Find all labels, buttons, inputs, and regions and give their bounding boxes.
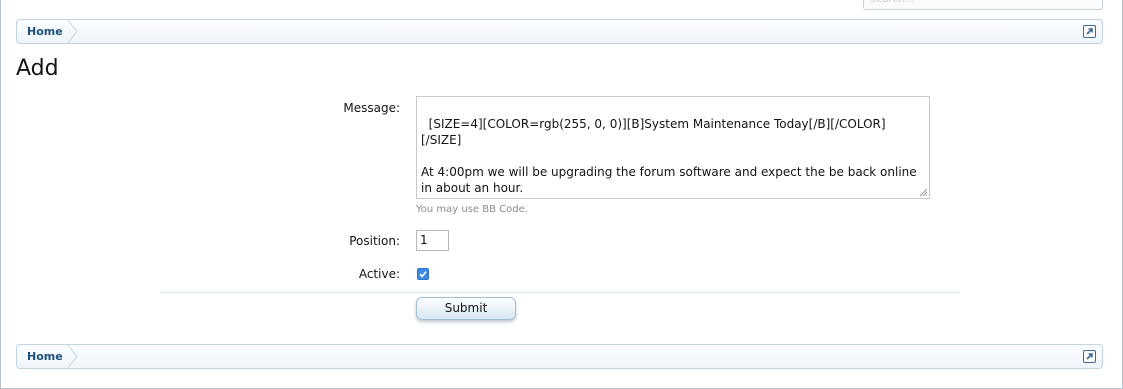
active-checkbox[interactable] [417,268,429,280]
breadcrumb: Home [16,19,1103,44]
position-label: Position: [349,234,400,248]
message-textarea[interactable]: [SIZE=4][COLOR=rgb(255, 0, 0)][B]System … [416,96,930,199]
jump-link-icon[interactable] [1083,25,1096,38]
page-title: Add [16,56,59,81]
breadcrumb-bottom: Home [16,344,1103,369]
form-divider [160,292,960,293]
search-input[interactable]: Search... [863,0,1103,10]
resize-handle-icon[interactable] [919,188,927,196]
position-input[interactable]: 1 [416,230,449,251]
message-text: [SIZE=4][COLOR=rgb(255, 0, 0)][B]System … [421,117,917,195]
submit-button[interactable]: Submit [416,297,516,320]
breadcrumb-arrow-icon [67,19,78,44]
breadcrumb-arrow-icon [67,344,78,369]
message-label: Message: [343,101,400,115]
active-label: Active: [358,267,400,281]
check-icon [419,271,427,278]
bbcode-hint: You may use BB Code. [416,204,528,215]
jump-link-icon[interactable] [1083,350,1096,363]
